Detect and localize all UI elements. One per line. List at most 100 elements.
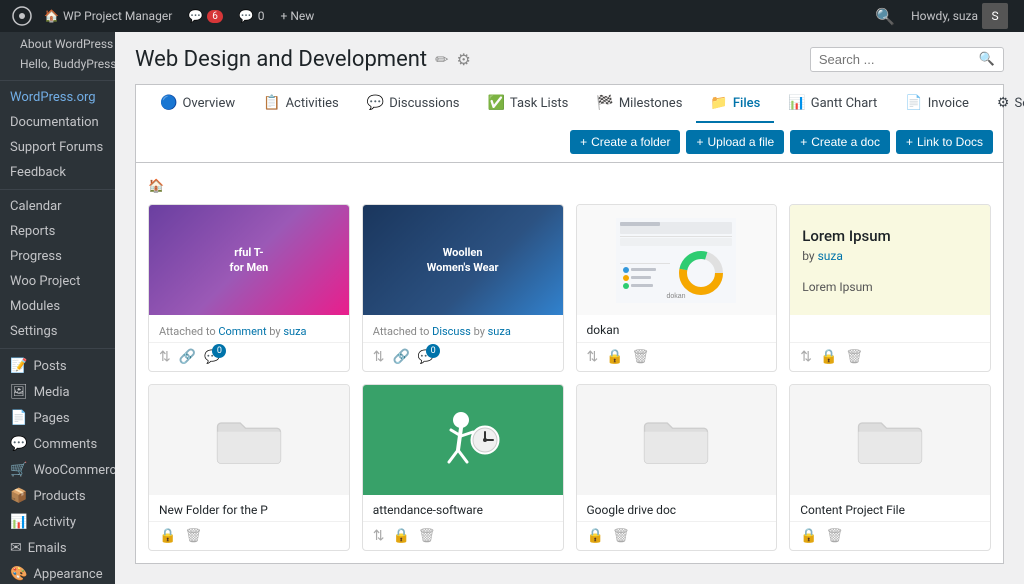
- sidebar-item-calendar[interactable]: Calendar: [0, 194, 115, 219]
- file-comment-link[interactable]: Comment: [218, 325, 266, 338]
- settings-tab-icon: ⚙: [997, 95, 1010, 111]
- tab-milestones[interactable]: 🏁 Milestones: [582, 85, 696, 123]
- file-actions: 🔒 🗑: [149, 521, 349, 550]
- lock-icon[interactable]: 🔒: [392, 528, 409, 544]
- file-author-link[interactable]: suza: [283, 325, 306, 338]
- search-box[interactable]: 🔍: [810, 47, 1004, 72]
- overview-tab-icon: 🔵: [160, 95, 177, 111]
- create-folder-button[interactable]: + Create a folder: [570, 130, 680, 154]
- sidebar-item-products[interactable]: 📦 Products: [0, 483, 115, 509]
- file-info: [790, 315, 990, 342]
- tab-overview[interactable]: 🔵 Overview: [146, 85, 249, 123]
- file-author-link[interactable]: suza: [488, 325, 511, 338]
- comments-icon: 💬: [10, 436, 27, 452]
- move-icon[interactable]: ⇅: [159, 349, 171, 365]
- search-box-icon[interactable]: 🔍: [979, 52, 995, 67]
- emails-icon: ✉: [10, 540, 22, 556]
- sidebar-item-media[interactable]: 🖼 Media: [0, 379, 115, 405]
- sidebar-item-comments[interactable]: 💬 Comments: [0, 431, 115, 457]
- file-info: Content Project File: [790, 495, 990, 521]
- file-info: Attached to Discuss by suza: [363, 315, 563, 342]
- delete-icon[interactable]: 🗑: [418, 528, 436, 544]
- move-icon[interactable]: ⇅: [373, 349, 385, 365]
- link-docs-button[interactable]: + Link to Docs: [896, 130, 993, 154]
- sidebar-item-progress[interactable]: Progress: [0, 244, 115, 269]
- page-header: Web Design and Development ✏ ⚙ 🔍: [135, 47, 1004, 72]
- tab-discussions[interactable]: 💬 Discussions: [353, 85, 474, 123]
- sidebar-item-hello-buddypress[interactable]: Hello, BuddyPress!: [0, 54, 115, 74]
- delete-icon[interactable]: 🗑: [632, 349, 650, 365]
- sidebar-item-settings[interactable]: Settings: [0, 319, 115, 344]
- home-icon: 🏠: [44, 9, 59, 23]
- lock-icon[interactable]: 🔒: [159, 528, 176, 544]
- home-breadcrumb-icon[interactable]: 🏠: [148, 179, 164, 194]
- create-doc-button[interactable]: + Create a doc: [790, 130, 890, 154]
- sidebar-item-documentation[interactable]: Documentation: [0, 110, 115, 135]
- link-icon[interactable]: 🔗: [179, 349, 196, 365]
- file-discuss-link[interactable]: Discuss: [432, 325, 471, 338]
- admin-bar-new[interactable]: + New: [273, 0, 323, 32]
- file-thumbnail: [149, 385, 349, 495]
- link-icon[interactable]: 🔗: [392, 349, 409, 365]
- page-title: Web Design and Development: [135, 47, 427, 72]
- lock-icon[interactable]: 🔒: [820, 349, 837, 365]
- sidebar-wp-links: About WordPress Hello, BuddyPress!: [0, 32, 115, 76]
- sidebar-item-emails[interactable]: ✉ Emails: [0, 535, 115, 561]
- main-content: Web Design and Development ✏ ⚙ 🔍 🔵 Overv…: [115, 32, 1024, 584]
- sidebar-item-activity[interactable]: 📊 Activity: [0, 509, 115, 535]
- settings-icon[interactable]: ⚙: [457, 50, 471, 69]
- lock-icon[interactable]: 🔒: [587, 528, 604, 544]
- edit-icon[interactable]: ✏: [435, 50, 448, 69]
- task-lists-tab-icon: ✅: [487, 95, 504, 111]
- activities-tab-icon: 📋: [263, 95, 280, 111]
- list-item: Lorem Ipsum by suza Lorem Ipsum ⇅ 🔒 🗑: [789, 204, 991, 372]
- lock-icon[interactable]: 🔒: [606, 349, 623, 365]
- discussions-tab-icon: 💬: [367, 95, 384, 111]
- tab-task-lists[interactable]: ✅ Task Lists: [473, 85, 582, 123]
- sidebar-item-woo-project[interactable]: Woo Project: [0, 269, 115, 294]
- sidebar-item-support-forums[interactable]: Support Forums: [0, 135, 115, 160]
- products-icon: 📦: [10, 488, 27, 504]
- sidebar-item-about-wordpress[interactable]: About WordPress: [0, 34, 115, 54]
- tab-settings[interactable]: ⚙ Settings: [983, 85, 1024, 123]
- file-thumbnail: [363, 385, 563, 495]
- search-input[interactable]: [819, 52, 979, 67]
- posts-icon: 📝: [10, 358, 27, 374]
- file-actions: ⇅ 🔗 💬 0: [363, 342, 563, 371]
- sidebar-item-appearance[interactable]: 🎨 Appearance: [0, 561, 115, 584]
- lock-icon[interactable]: 🔒: [800, 528, 817, 544]
- tab-files[interactable]: 📁 Files: [696, 85, 774, 123]
- file-actions: ⇅ 🔒 🗑: [363, 521, 563, 550]
- list-item: Content Project File 🔒 🗑: [789, 384, 991, 551]
- sidebar-item-feedback[interactable]: Feedback: [0, 160, 115, 185]
- move-icon[interactable]: ⇅: [800, 349, 812, 365]
- sidebar-item-pages[interactable]: 📄 Pages: [0, 405, 115, 431]
- files-grid: rful T-for Men Attached to Comment by su…: [148, 204, 991, 551]
- comment-badge[interactable]: 💬 0: [418, 350, 434, 365]
- sidebar-item-reports[interactable]: Reports: [0, 219, 115, 244]
- sidebar-item-modules[interactable]: Modules: [0, 294, 115, 319]
- delete-icon[interactable]: 🗑: [845, 349, 863, 365]
- admin-bar-comments[interactable]: 💬 6: [180, 0, 231, 32]
- comment-badge[interactable]: 💬 0: [204, 350, 220, 365]
- tab-gantt-chart[interactable]: 📊 Gantt Chart: [774, 85, 891, 123]
- tab-invoice[interactable]: 📄 Invoice: [891, 85, 983, 123]
- admin-bar-feedback[interactable]: 💬 0: [231, 0, 273, 32]
- sidebar-item-woocommerce[interactable]: 🛒 WooCommerce: [0, 457, 115, 483]
- move-icon[interactable]: ⇅: [587, 349, 599, 365]
- upload-file-button[interactable]: + Upload a file: [686, 130, 784, 154]
- tab-activities[interactable]: 📋 Activities: [249, 85, 353, 123]
- delete-icon[interactable]: 🗑: [826, 528, 844, 544]
- sidebar-item-posts[interactable]: 📝 Posts: [0, 353, 115, 379]
- move-icon[interactable]: ⇅: [373, 528, 385, 544]
- avatar: S: [982, 3, 1008, 29]
- delete-icon[interactable]: 🗑: [612, 528, 630, 544]
- admin-bar-site[interactable]: 🏠 WP Project Manager: [36, 0, 180, 32]
- delete-icon[interactable]: 🗑: [184, 528, 202, 544]
- wp-logo-icon[interactable]: [8, 0, 36, 32]
- file-info: dokan: [577, 315, 777, 342]
- admin-search-icon[interactable]: 🔍: [867, 7, 903, 26]
- files-tab-icon: 📁: [710, 95, 727, 111]
- file-thumbnail: dokan: [577, 205, 777, 315]
- sidebar-item-wordpress-org[interactable]: WordPress.org: [0, 85, 115, 110]
